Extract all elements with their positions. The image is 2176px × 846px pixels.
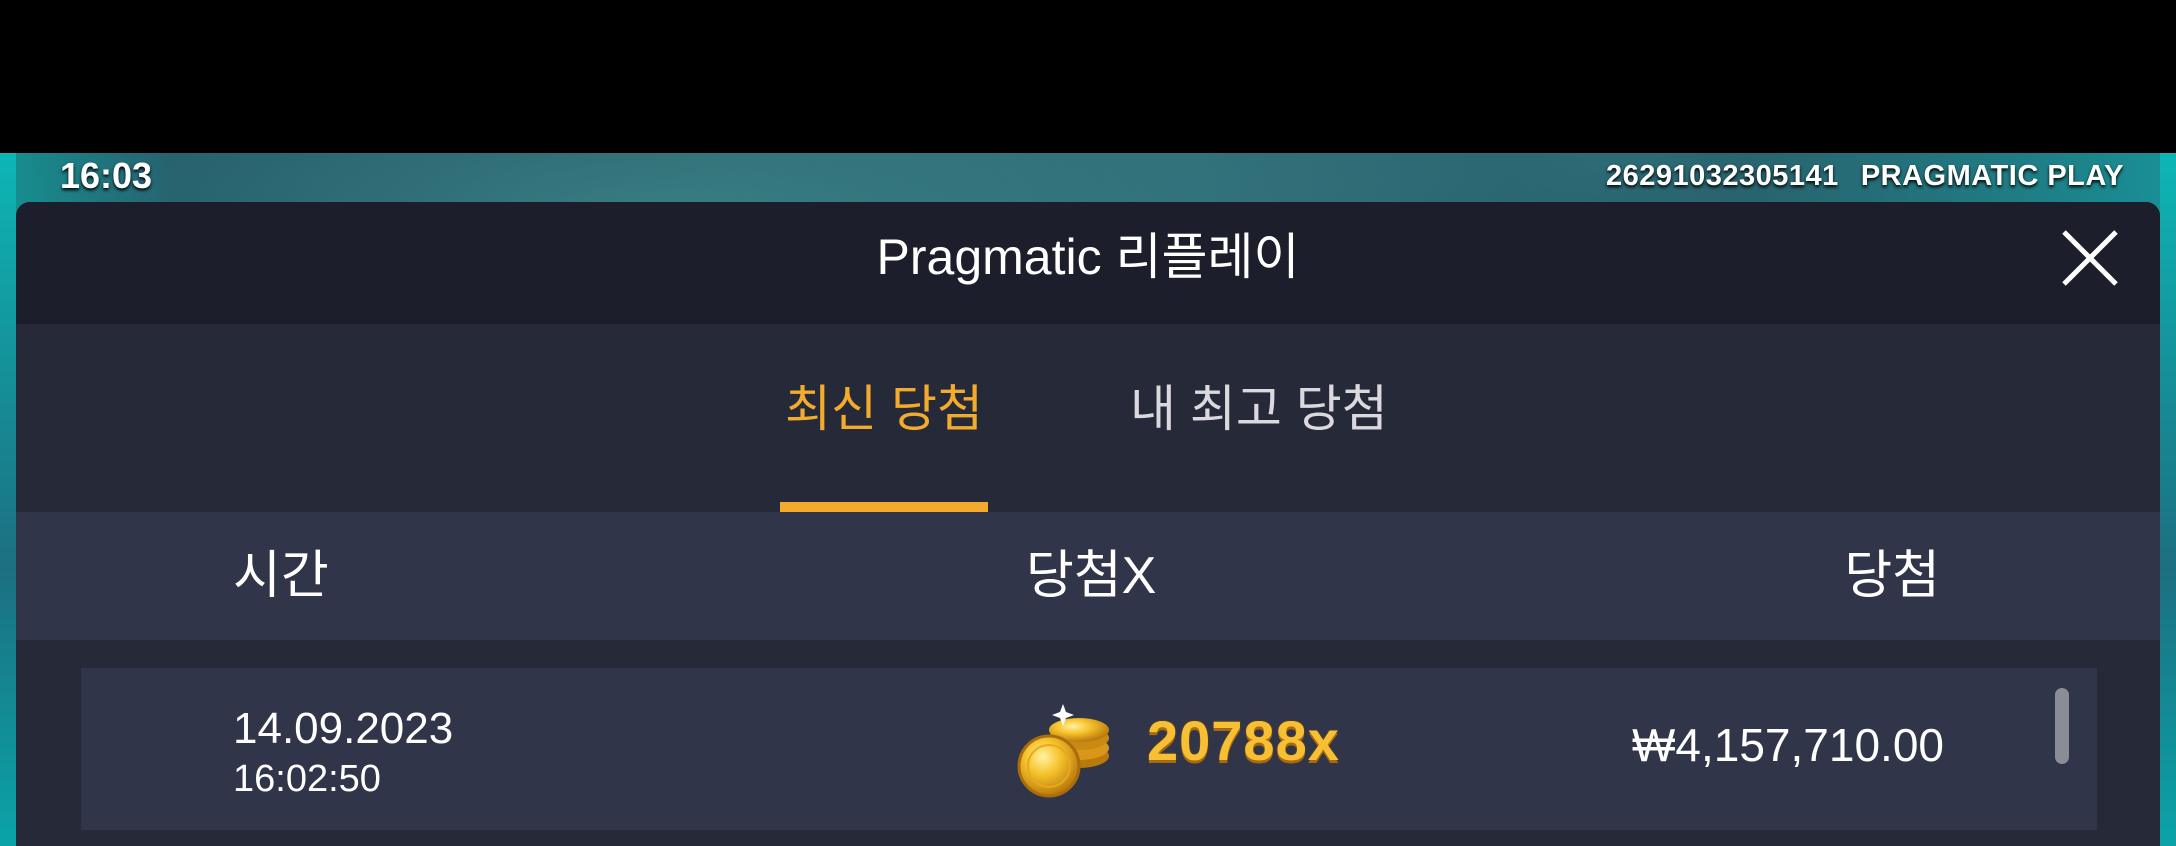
column-header-multiplier: 당첨X <box>1026 547 1157 605</box>
column-header-win: 당첨 <box>1844 547 1940 605</box>
close-icon <box>2062 230 2118 286</box>
modal-title: Pragmatic 리플레이 <box>876 229 1300 285</box>
row-win-amount: ₩4,157,710.00 <box>1631 719 1944 771</box>
row-time: 16:02:50 <box>233 758 381 800</box>
game-background-left-edge <box>0 153 16 846</box>
replay-modal: Pragmatic 리플레이 최신 당첨 내 최고 당첨 시간 당첨X 당첨 1… <box>16 202 2160 846</box>
tab-latest-wins[interactable]: 최신 당첨 <box>780 324 988 512</box>
session-info: 26291032305141 PRAGMATIC PLAY <box>1606 153 2124 199</box>
session-id: 26291032305141 <box>1606 160 1839 192</box>
close-button[interactable] <box>2060 228 2120 288</box>
game-background-right-edge <box>2160 153 2176 846</box>
modal-header: Pragmatic 리플레이 <box>16 202 2160 324</box>
table-row[interactable]: 14.09.2023 16:02:50 20788x ₩4,157,710.00 <box>81 668 2097 830</box>
tabs-bar: 최신 당첨 내 최고 당첨 <box>16 324 2160 512</box>
row-date: 14.09.2023 <box>233 704 454 753</box>
column-header-time: 시간 <box>233 547 329 605</box>
table-body: 14.09.2023 16:02:50 20788x ₩4,157,710.00 <box>16 640 2160 846</box>
active-tab-indicator <box>780 502 988 512</box>
gold-coins-icon <box>1017 704 1109 798</box>
row-multiplier: 20788x <box>1147 709 1340 772</box>
table-header: 시간 당첨X 당첨 <box>16 512 2160 640</box>
tab-my-best-wins[interactable]: 내 최고 당첨 <box>1130 324 1388 512</box>
brand-name: PRAGMATIC PLAY <box>1860 160 2124 192</box>
clock: 16:03 <box>60 155 153 196</box>
scrollbar-thumb[interactable] <box>2055 688 2069 764</box>
